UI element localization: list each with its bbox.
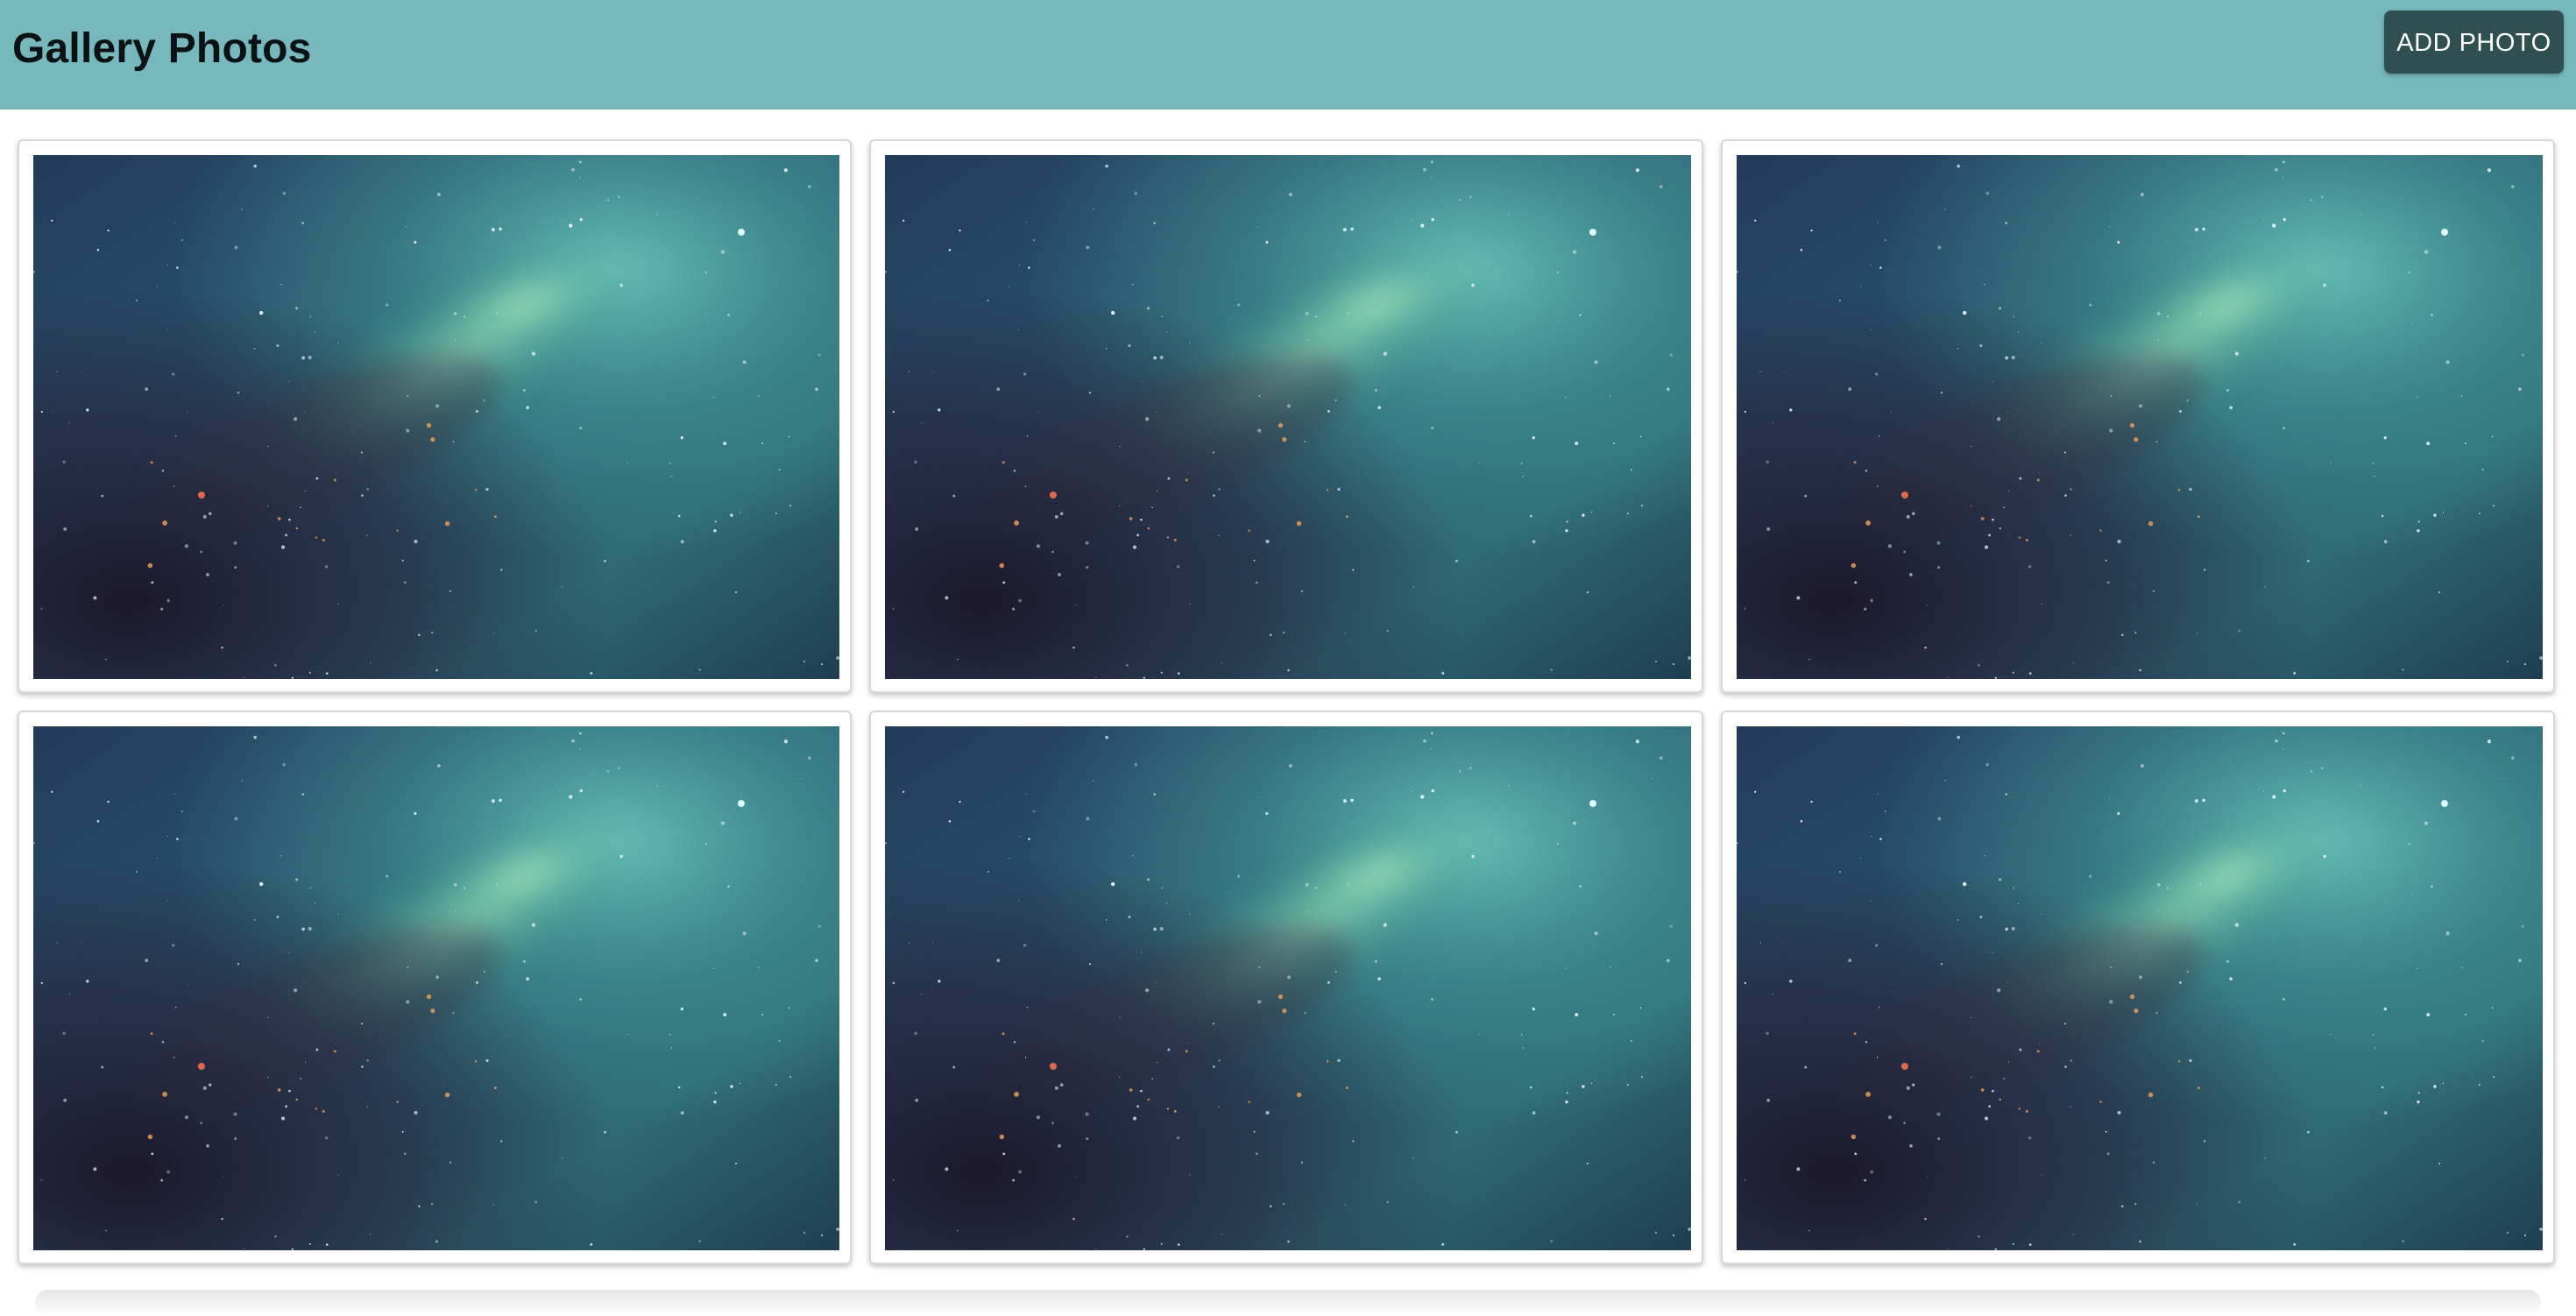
gallery-photo-4[interactable] bbox=[33, 726, 839, 1250]
gallery-photo-5[interactable] bbox=[885, 726, 1691, 1250]
photo-card-3 bbox=[1721, 139, 2555, 693]
photo-gallery-grid bbox=[0, 110, 2576, 1316]
photo-card-4 bbox=[18, 711, 852, 1264]
photo-card-1 bbox=[18, 139, 852, 693]
gallery-photo-2[interactable] bbox=[885, 155, 1691, 679]
page-bottom-shadow bbox=[35, 1290, 2541, 1316]
photo-card-2 bbox=[869, 139, 1703, 693]
page-title: Gallery Photos bbox=[12, 25, 312, 72]
gallery-photo-1[interactable] bbox=[33, 155, 839, 679]
photo-card-5 bbox=[869, 711, 1703, 1264]
add-photo-button-label: ADD PHOTO bbox=[2396, 29, 2551, 57]
photo-card-6 bbox=[1721, 711, 2555, 1264]
app-header: Gallery Photos ADD PHOTO bbox=[0, 0, 2576, 110]
gallery-photo-3[interactable] bbox=[1737, 155, 2543, 679]
gallery-photo-6[interactable] bbox=[1737, 726, 2543, 1250]
add-photo-button[interactable]: ADD PHOTO bbox=[2384, 11, 2564, 74]
